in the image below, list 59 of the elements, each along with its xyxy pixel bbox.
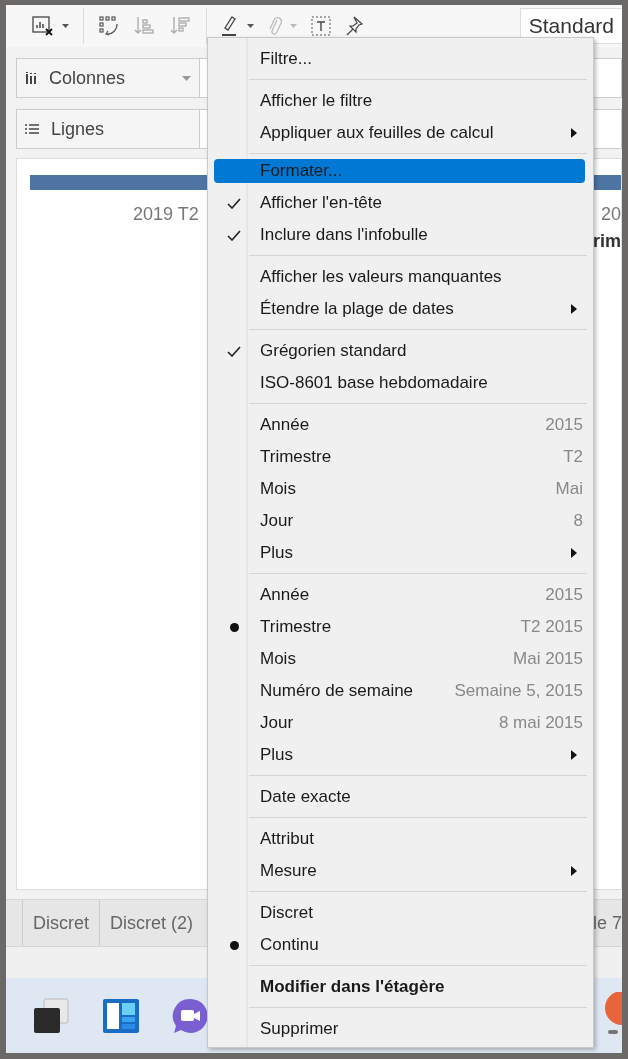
column-header: 20 [600, 204, 621, 225]
menu-item[interactable]: Trimestre T2 [214, 441, 585, 473]
menu-item[interactable]: Inclure dans l'infobulle [214, 219, 585, 251]
paperclip-icon[interactable] [268, 15, 282, 37]
menu-item[interactable]: Supprimer [214, 1013, 585, 1045]
menu-item[interactable]: Continu [214, 929, 585, 961]
menu-item[interactable]: Date exacte [214, 781, 585, 813]
menu-item-value: Mai 2015 [513, 649, 583, 669]
clear-chart-icon[interactable] [32, 16, 54, 36]
menu-item[interactable]: Grégorien standard [214, 335, 585, 367]
menu-item[interactable]: Trimestre T2 2015 [214, 611, 585, 643]
text-box-icon[interactable] [311, 16, 331, 36]
menu-item-value: Mai [555, 479, 583, 499]
menu-item-value: 2015 [545, 585, 583, 605]
menu-item[interactable]: Appliquer aux feuilles de calcul [214, 117, 585, 149]
pin-icon[interactable] [345, 16, 363, 36]
row-header: rim [593, 231, 621, 252]
menu-item[interactable]: Afficher les valeurs manquantes [214, 261, 585, 293]
caret-icon[interactable] [62, 24, 69, 28]
shelf-label[interactable]: Colonnes [16, 58, 200, 98]
menu-item-value: 8 [573, 511, 583, 531]
menu-item[interactable]: Plus [214, 739, 585, 771]
menu-item[interactable]: Étendre la plage de dates [214, 293, 585, 325]
chat-icon[interactable] [172, 997, 208, 1034]
task-view-icon[interactable] [32, 997, 70, 1034]
menu-item[interactable]: Année 2015 [214, 579, 585, 611]
menu-item[interactable]: ISO-8601 base hebdomadaire [214, 367, 585, 399]
menu-item[interactable]: Afficher le filtre [214, 85, 585, 117]
menu-item[interactable]: Discret [214, 897, 585, 929]
menu-item[interactable]: Jour 8 mai 2015 [214, 707, 585, 739]
menu-item[interactable]: Modifier dans l'étagère [214, 971, 585, 1003]
caret-icon[interactable] [247, 24, 254, 28]
menu-item[interactable]: Mois Mai 2015 [214, 643, 585, 675]
menu-item[interactable]: Année 2015 [214, 409, 585, 441]
widgets-icon[interactable] [102, 997, 140, 1034]
pill-tab[interactable]: Discret [22, 900, 99, 946]
column-header: 2019 T2 [133, 204, 199, 225]
menu-item[interactable]: Attribut [214, 823, 585, 855]
swap-icon[interactable] [98, 15, 120, 37]
menu-item-value: T2 2015 [520, 617, 583, 637]
rows-icon [25, 123, 39, 135]
menu-item[interactable]: Numéro de semaine Semaine 5, 2015 [214, 675, 585, 707]
presentation-app-icon[interactable] [604, 992, 622, 1036]
menu-item-value: 8 mai 2015 [498, 713, 583, 733]
menu-item[interactable]: Filtre... [214, 43, 585, 75]
menu-item-value: Semaine 5, 2015 [454, 681, 583, 701]
menu-item-value: T2 [563, 447, 583, 467]
menu-item[interactable]: Plus [214, 537, 585, 569]
menu-item[interactable]: Jour 8 [214, 505, 585, 537]
status-text: le 7 [592, 912, 622, 934]
menu-item[interactable]: Afficher l'en-tête [214, 187, 585, 219]
menu-item[interactable]: Mois Mai [214, 473, 585, 505]
pill-tab[interactable]: Discret (2) [99, 900, 204, 946]
menu-item[interactable]: Mesure [214, 855, 585, 887]
menu-item-value: 2015 [545, 415, 583, 435]
shelf-label[interactable]: Lignes [16, 109, 200, 149]
menu-item[interactable]: Formater... [214, 159, 585, 183]
highlighter-icon[interactable] [221, 15, 239, 37]
columns-icon [25, 72, 37, 84]
